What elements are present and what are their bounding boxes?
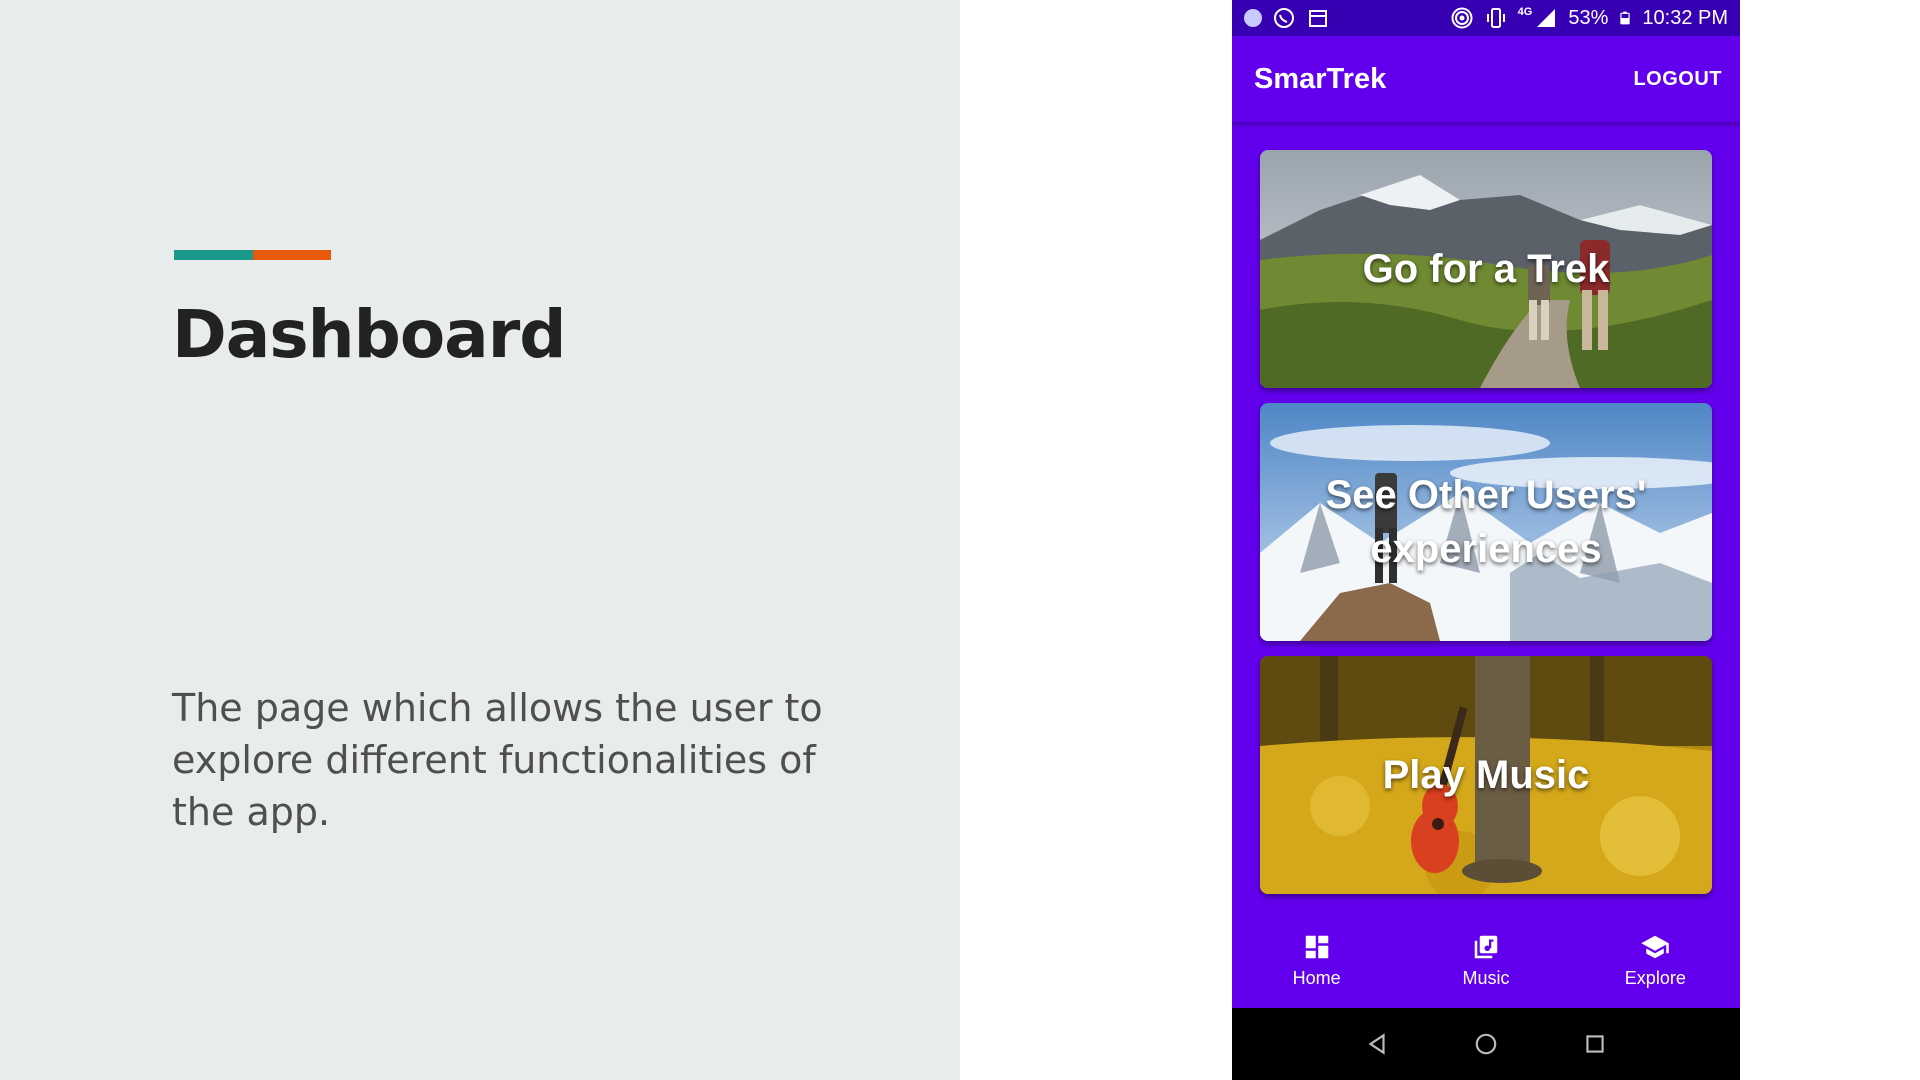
- app-bar: SmarTrek LOGOUT: [1232, 36, 1740, 122]
- dashboard-icon: [1305, 935, 1328, 958]
- card-play-music[interactable]: Play Music: [1260, 656, 1712, 894]
- card-label-experiences: See Other Users' experiences: [1325, 473, 1647, 571]
- music-library-icon: [1474, 935, 1498, 958]
- notification-dot-icon: [1244, 9, 1262, 27]
- card-label-trek: Go for a Trek: [1362, 247, 1610, 291]
- slide-panel: Dashboard The page which allows the user…: [0, 0, 960, 1080]
- calendar-icon: [1309, 10, 1327, 27]
- phone-screen: 4G 53% 10:32 PM SmarTrek LOGOUT Go for a…: [1232, 0, 1740, 1080]
- battery-icon: [1620, 11, 1631, 25]
- nav-label-music: Music: [1462, 967, 1510, 988]
- system-navigation-bar: [1232, 1008, 1740, 1080]
- bottom-navigation: Home Music Explore: [1232, 912, 1740, 1008]
- status-bar-left: [1244, 6, 1330, 30]
- app-title: SmarTrek: [1254, 62, 1387, 95]
- whatsapp-icon: [1274, 8, 1294, 28]
- card-label-music: Play Music: [1382, 753, 1590, 797]
- card-other-users-experiences[interactable]: See Other Users' experiences: [1260, 403, 1712, 641]
- status-bar: 4G 53% 10:32 PM: [1232, 0, 1740, 36]
- battery-percent: 53%: [1568, 6, 1609, 29]
- school-icon: [1641, 935, 1670, 958]
- slide-description: The page which allows the user to explor…: [172, 686, 823, 834]
- logout-button[interactable]: LOGOUT: [1633, 68, 1722, 91]
- nav-item-music[interactable]: Music: [1401, 912, 1570, 1008]
- nav-label-explore: Explore: [1624, 967, 1686, 988]
- back-icon[interactable]: [1364, 1031, 1390, 1057]
- recents-square-icon[interactable]: [1582, 1031, 1608, 1057]
- nav-item-explore[interactable]: Explore: [1571, 912, 1740, 1008]
- status-bar-right: 4G 53% 10:32 PM: [1450, 6, 1728, 30]
- hotspot-icon: [1451, 7, 1473, 29]
- vibrate-icon: [1486, 8, 1505, 28]
- status-time: 10:32 PM: [1642, 6, 1728, 29]
- home-circle-icon[interactable]: [1473, 1031, 1499, 1057]
- accent-bar-teal: [174, 250, 253, 260]
- accent-bar-orange: [252, 250, 331, 260]
- nav-item-home[interactable]: Home: [1232, 912, 1401, 1008]
- nav-label-home: Home: [1292, 967, 1341, 988]
- card-go-for-a-trek[interactable]: Go for a Trek: [1260, 150, 1712, 388]
- network-type: 4G: [1517, 6, 1533, 18]
- slide-title: Dashboard: [172, 296, 567, 373]
- accent-bar: [174, 250, 331, 260]
- signal-icon: [1537, 9, 1556, 27]
